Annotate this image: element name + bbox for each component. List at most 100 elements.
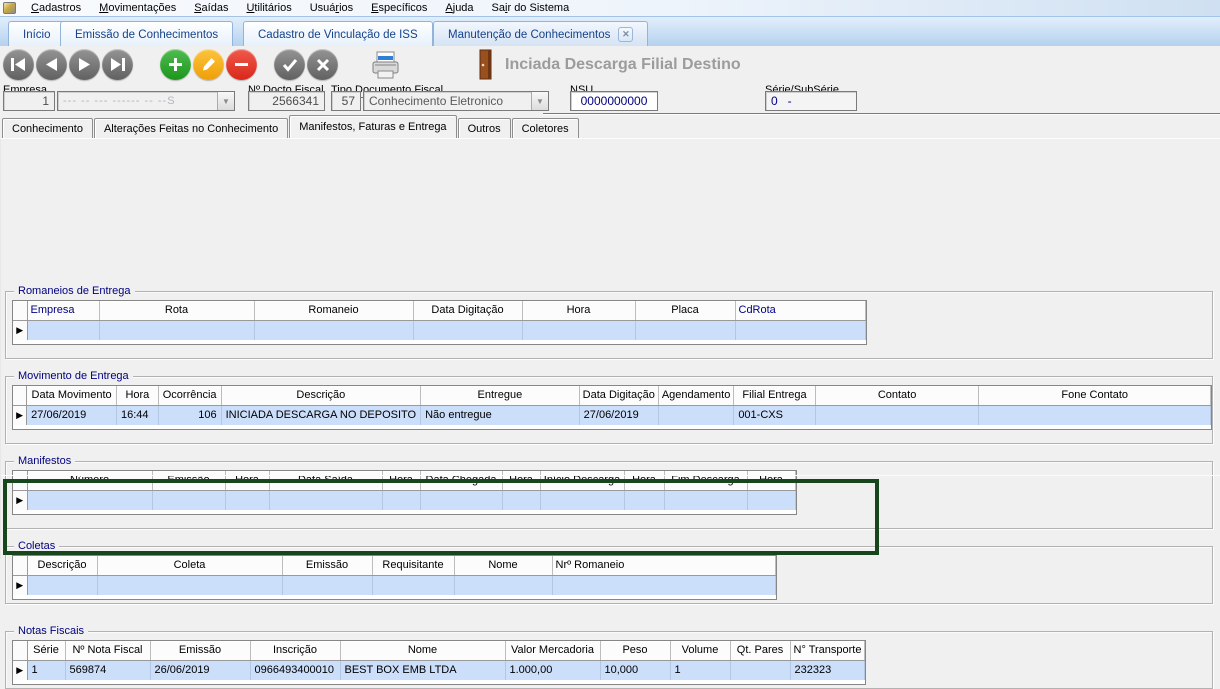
table-cell[interactable]: INICIADA DESCARGA NO DEPOSITO [221, 405, 421, 425]
table-cell[interactable] [97, 575, 282, 595]
menu-item-sair-do-sistema[interactable]: Sair do Sistema [483, 0, 579, 16]
table-cell[interactable] [730, 660, 790, 680]
nsu-field[interactable]: 0000000000 [570, 91, 658, 111]
delete-record-button[interactable] [226, 49, 257, 80]
column-header[interactable]: Data Digitação [579, 386, 658, 405]
table-cell[interactable] [27, 575, 97, 595]
column-header[interactable]: Volume [670, 641, 730, 660]
column-header[interactable]: Valor Mercadoria [505, 641, 600, 660]
table-cell[interactable]: 1.000,00 [505, 660, 600, 680]
table-cell[interactable] [735, 320, 865, 340]
column-header[interactable]: Entregue [421, 386, 580, 405]
column-header[interactable]: Romaneio [254, 301, 413, 320]
docto-fiscal-field[interactable]: 2566341 [248, 91, 325, 111]
table-cell[interactable]: 10,000 [600, 660, 670, 680]
menu-item-utilitários[interactable]: Utilitários [237, 0, 300, 16]
cancel-button[interactable] [307, 49, 338, 80]
tab-manutenção-de-conhecimentos[interactable]: Manutenção de Conhecimentos✕ [433, 21, 648, 47]
subtab-coletores[interactable]: Coletores [512, 118, 579, 138]
insert-record-button[interactable] [160, 49, 191, 80]
column-header[interactable]: Inscrição [250, 641, 340, 660]
table-row[interactable]: ▶156987426/06/20190966493400010BEST BOX … [13, 660, 865, 680]
tab-cadastro-de-vinculação-de-iss[interactable]: Cadastro de Vinculação de ISS [243, 21, 433, 47]
menu-item-ajuda[interactable]: Ajuda [436, 0, 482, 16]
table-cell[interactable] [635, 320, 735, 340]
column-header[interactable]: Data Digitação [413, 301, 522, 320]
table-cell[interactable] [413, 320, 522, 340]
menu-item-específicos[interactable]: Específicos [362, 0, 436, 16]
column-header[interactable]: Hora [522, 301, 635, 320]
column-header[interactable]: Série [27, 641, 65, 660]
first-record-button[interactable] [3, 49, 34, 80]
tipo-documento-code-field[interactable]: 57 [331, 91, 361, 111]
table-cell[interactable] [658, 405, 734, 425]
table-cell[interactable] [282, 575, 372, 595]
table-cell[interactable]: Não entregue [421, 405, 580, 425]
subtab-conhecimento[interactable]: Conhecimento [2, 118, 93, 138]
column-header[interactable]: Descrição [221, 386, 421, 405]
confirm-button[interactable] [274, 49, 305, 80]
menu-item-saídas[interactable]: Saídas [185, 0, 237, 16]
table-cell[interactable]: BEST BOX EMB LTDA [340, 660, 505, 680]
column-header[interactable]: Qt. Pares [730, 641, 790, 660]
edit-record-button[interactable] [193, 49, 224, 80]
menu-item-movimentações[interactable]: Movimentações [90, 0, 185, 16]
subtab-manifestos-faturas-e-entrega[interactable]: Manifestos, Faturas e Entrega [289, 115, 456, 138]
tab-emissão-de-conhecimentos[interactable]: Emissão de Conhecimentos [60, 21, 233, 47]
table-cell[interactable]: 0966493400010 [250, 660, 340, 680]
table-cell[interactable]: 26/06/2019 [150, 660, 250, 680]
menu-item-cadastros[interactable]: Cadastros [22, 0, 90, 16]
table-cell[interactable] [27, 320, 99, 340]
column-header[interactable]: Placa [635, 301, 735, 320]
table-cell[interactable]: 106 [158, 405, 221, 425]
prior-record-button[interactable] [36, 49, 67, 80]
column-header[interactable]: Ocorrência [158, 386, 221, 405]
subtab-alterações-feitas-no-conhecimento[interactable]: Alterações Feitas no Conhecimento [94, 118, 288, 138]
table-cell[interactable]: 001-CXS [734, 405, 815, 425]
column-header[interactable]: Empresa [27, 301, 99, 320]
column-header[interactable]: Contato [815, 386, 979, 405]
column-header[interactable]: Nome [340, 641, 505, 660]
empresa-code-field[interactable]: 1 [3, 91, 55, 111]
table-cell[interactable]: 569874 [65, 660, 150, 680]
table-cell[interactable]: 1 [670, 660, 730, 680]
table-cell[interactable] [815, 405, 979, 425]
print-button[interactable] [369, 50, 402, 86]
chevron-down-icon[interactable]: ▼ [531, 92, 548, 110]
column-header[interactable]: Emissão [150, 641, 250, 660]
table-cell[interactable] [372, 575, 454, 595]
chevron-down-icon[interactable]: ▼ [217, 92, 234, 110]
table-cell[interactable]: 27/06/2019 [27, 405, 117, 425]
empresa-combo[interactable]: --- -- --- ------ -- --S ▼ [57, 91, 235, 111]
tab-início[interactable]: Início [8, 21, 66, 47]
subtab-outros[interactable]: Outros [458, 118, 511, 138]
table-row[interactable]: ▶ [13, 320, 865, 340]
column-header[interactable]: Peso [600, 641, 670, 660]
table-cell[interactable] [454, 575, 552, 595]
menu-item-usuários[interactable]: Usuários [301, 0, 362, 16]
table-cell[interactable] [254, 320, 413, 340]
column-header[interactable]: Fone Contato [979, 386, 1211, 405]
column-header[interactable]: N° Transporte [790, 641, 865, 660]
tipo-documento-combo[interactable]: Conhecimento Eletronico ▼ [363, 91, 549, 111]
table-row[interactable]: ▶ [13, 575, 775, 595]
column-header[interactable]: Filial Entrega [734, 386, 815, 405]
column-header[interactable]: Nº Nota Fiscal [65, 641, 150, 660]
table-cell[interactable] [522, 320, 635, 340]
column-header[interactable]: CdRota [735, 301, 865, 320]
table-cell[interactable]: 232323 [790, 660, 865, 680]
column-header[interactable]: Hora [117, 386, 159, 405]
exit-door-button[interactable] [478, 49, 494, 85]
last-record-button[interactable] [102, 49, 133, 80]
table-cell[interactable] [99, 320, 254, 340]
table-cell[interactable] [552, 575, 775, 595]
table-row[interactable]: ▶27/06/201916:44106INICIADA DESCARGA NO … [13, 405, 1211, 425]
next-record-button[interactable] [69, 49, 100, 80]
table-cell[interactable]: 27/06/2019 [579, 405, 658, 425]
column-header[interactable]: Agendamento [658, 386, 734, 405]
table-cell[interactable] [979, 405, 1211, 425]
table-cell[interactable]: 1 [27, 660, 65, 680]
table-cell[interactable]: 16:44 [117, 405, 159, 425]
serie-subserie-field[interactable]: 0 - [765, 91, 857, 111]
column-header[interactable]: Rota [99, 301, 254, 320]
